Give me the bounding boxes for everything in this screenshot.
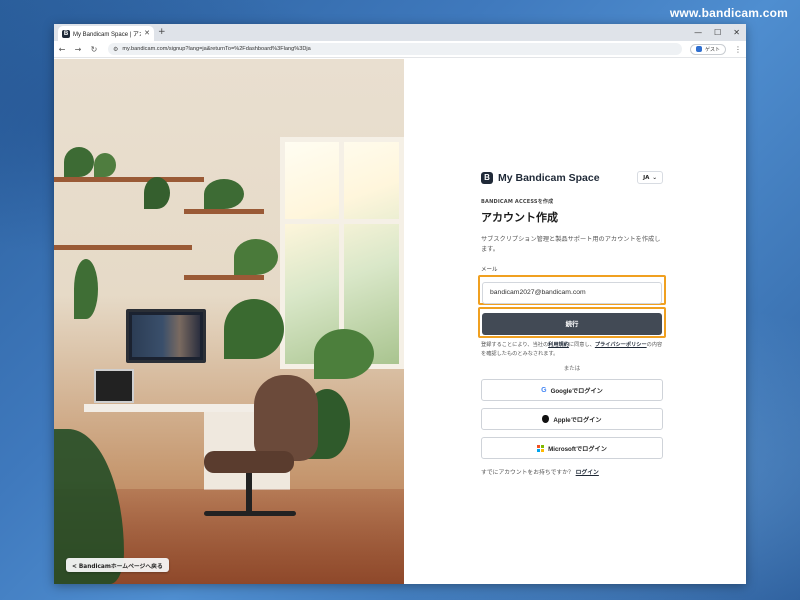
- site-info-icon[interactable]: ⚙: [113, 46, 118, 53]
- minimize-button[interactable]: —: [694, 26, 702, 39]
- photo-shelf: [184, 209, 264, 214]
- brand-row: B My Bandicam Space JA ⌄: [481, 171, 663, 184]
- photo-monitor-screen: [132, 315, 200, 357]
- photo-chair-seat: [204, 451, 294, 473]
- kebab-menu-icon[interactable]: ⋮: [734, 45, 742, 54]
- new-tab-button[interactable]: +: [158, 26, 166, 39]
- back-arrow-icon[interactable]: ←: [58, 45, 66, 54]
- tab-title: My Bandicam Space | アカウン: [73, 32, 141, 38]
- browser-toolbar: ← → ↻ ⚙ my.bandicam.com/signup?lang=ja&r…: [54, 41, 746, 58]
- photo-plant: [224, 299, 284, 359]
- close-tab-icon[interactable]: ✕: [144, 30, 150, 37]
- language-value: JA: [643, 174, 650, 181]
- eyebrow-text: BANDICAM ACCESSを作成: [481, 199, 554, 205]
- brand: B My Bandicam Space: [481, 171, 600, 184]
- apple-icon: [542, 415, 550, 423]
- hero-photo: < Bandicamホームページへ戻る: [54, 59, 404, 584]
- tab-strip: B My Bandicam Space | アカウン ✕ + — ☐ ✕: [54, 24, 746, 41]
- microsoft-login-button[interactable]: Microsoftでログイン: [481, 437, 663, 459]
- profile-button[interactable]: ゲスト: [689, 43, 726, 55]
- photo-window-frame: [280, 219, 404, 224]
- profile-icon: [695, 46, 702, 52]
- photo-chair-post: [246, 473, 252, 513]
- signup-panel: B My Bandicam Space JA ⌄ BANDICAM ACCESS…: [404, 59, 746, 584]
- profile-label: ゲスト: [704, 46, 720, 53]
- page-content: < Bandicamホームページへ戻る B My Bandicam Space …: [54, 59, 746, 584]
- browser-tab[interactable]: B My Bandicam Space | アカウン ✕: [58, 26, 154, 41]
- email-highlight: [478, 275, 666, 305]
- back-homepage-label: < Bandicamホームページへ戻る: [72, 563, 163, 570]
- photo-plant: [234, 239, 278, 275]
- terms-notice: 登録することにより、当社の利用規約に同意し、プライバシーポリシーの内容を確認した…: [481, 341, 663, 359]
- photo-chair-base: [204, 511, 296, 516]
- terms-prefix: 登録することにより、当社の: [481, 342, 549, 348]
- microsoft-icon: [537, 444, 545, 452]
- photo-shelf: [54, 245, 192, 250]
- google-login-button[interactable]: G Googleでログイン: [481, 379, 663, 401]
- photo-plant: [64, 147, 94, 177]
- signin-link[interactable]: ログイン: [576, 470, 599, 476]
- photo-plant: [74, 259, 98, 319]
- photo-plant: [314, 329, 374, 379]
- signin-prefix: すでにアカウントをお持ちですか？: [481, 470, 574, 476]
- continue-highlight: 続行: [478, 307, 666, 338]
- terms-of-service-link[interactable]: 利用規約: [548, 342, 569, 348]
- watermark: www.bandicam.com: [669, 6, 788, 20]
- window-controls: — ☐ ✕: [694, 26, 740, 39]
- signin-prompt: すでにアカウントをお持ちですか？ ログイン: [481, 467, 663, 476]
- close-window-button[interactable]: ✕: [733, 26, 740, 39]
- email-field[interactable]: [482, 281, 662, 304]
- page-title: アカウント作成: [481, 211, 558, 224]
- continue-button[interactable]: 続行: [482, 312, 662, 335]
- back-to-homepage-button[interactable]: < Bandicamホームページへ戻る: [66, 558, 169, 572]
- photo-plant: [144, 177, 170, 209]
- google-icon: G: [541, 386, 547, 394]
- maximize-button[interactable]: ☐: [714, 26, 721, 39]
- forward-arrow-icon[interactable]: →: [74, 45, 82, 54]
- microsoft-login-label: Microsoftでログイン: [548, 445, 607, 453]
- google-login-label: Googleでログイン: [550, 387, 603, 395]
- address-bar[interactable]: ⚙ my.bandicam.com/signup?lang=ja&returnT…: [108, 43, 682, 55]
- reload-icon[interactable]: ↻: [90, 45, 98, 54]
- apple-login-button[interactable]: Appleでログイン: [481, 408, 663, 430]
- chevron-down-icon: ⌄: [652, 174, 657, 181]
- favicon-icon: B: [62, 29, 70, 38]
- brand-name: My Bandicam Space: [498, 171, 600, 184]
- terms-middle: に同意し、: [568, 342, 595, 348]
- photo-laptop: [94, 369, 134, 403]
- apple-login-label: Appleでログイン: [553, 416, 602, 424]
- photo-chair: [254, 375, 318, 461]
- privacy-policy-link[interactable]: プライバシーポリシー: [595, 342, 647, 348]
- photo-shelf: [54, 177, 204, 182]
- browser-window: B My Bandicam Space | アカウン ✕ + — ☐ ✕ ← →…: [54, 24, 746, 584]
- photo-shelf: [184, 275, 264, 280]
- photo-plant: [204, 179, 244, 209]
- language-selector[interactable]: JA ⌄: [637, 171, 663, 184]
- signup-form: B My Bandicam Space JA ⌄ BANDICAM ACCESS…: [478, 171, 666, 476]
- page-description: サブスクリプション管理と製品サポート用のアカウントを作成します。: [481, 236, 661, 253]
- or-divider: または: [563, 366, 581, 372]
- url-text: my.bandicam.com/signup?lang=ja&returnTo=…: [122, 46, 311, 52]
- email-label: メール: [481, 267, 498, 273]
- bandicam-logo-icon: B: [481, 171, 493, 184]
- photo-plant: [94, 153, 116, 177]
